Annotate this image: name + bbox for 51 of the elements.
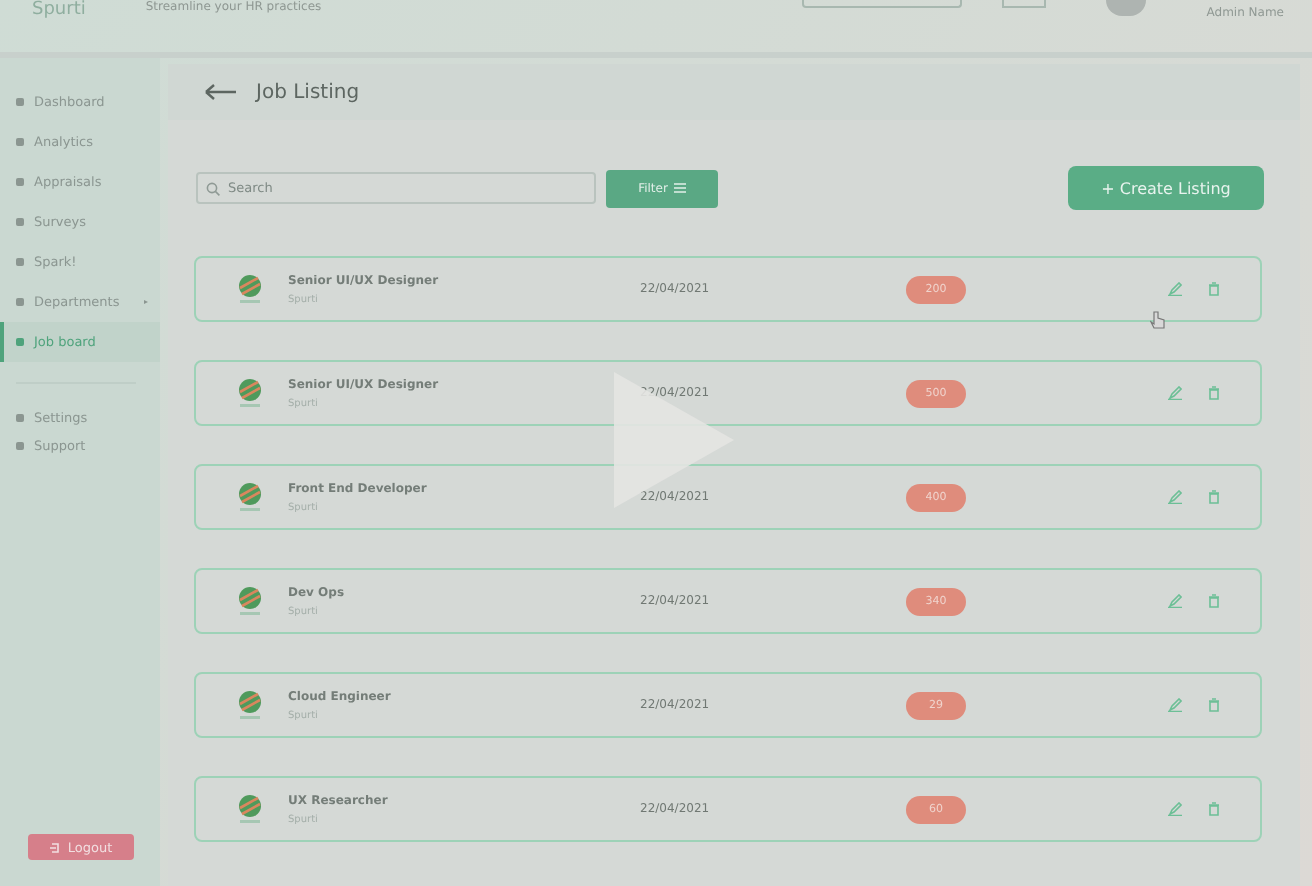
edit-button[interactable] xyxy=(1168,490,1182,504)
delete-button[interactable] xyxy=(1208,802,1220,816)
menu-icon xyxy=(16,258,24,266)
company-logo-icon xyxy=(236,377,264,409)
menu-icon xyxy=(16,442,24,450)
menu-icon xyxy=(16,138,24,146)
search-icon xyxy=(206,182,220,196)
menu-icon xyxy=(16,218,24,226)
logo: Spurti xyxy=(32,0,86,22)
delete-button[interactable] xyxy=(1208,282,1220,296)
pencil-icon xyxy=(1168,386,1182,400)
menu-icon xyxy=(16,98,24,106)
back-arrow-icon xyxy=(204,84,236,100)
avatar[interactable] xyxy=(1106,0,1147,16)
menu-icon xyxy=(16,414,24,422)
pencil-icon xyxy=(1168,698,1182,712)
trash-icon xyxy=(1208,490,1220,504)
pointer-cursor-icon xyxy=(1150,310,1166,330)
delete-button[interactable] xyxy=(1208,490,1220,504)
header-field[interactable] xyxy=(802,0,963,8)
menu-icon xyxy=(16,178,24,186)
pencil-icon xyxy=(1168,594,1182,608)
delete-button[interactable] xyxy=(1208,594,1220,608)
menu-icon xyxy=(16,338,24,346)
pencil-icon xyxy=(1168,802,1182,816)
page-title: Job Listing xyxy=(256,81,360,103)
logout-icon xyxy=(49,841,62,853)
company-logo-icon xyxy=(236,273,264,305)
company-logo-icon xyxy=(236,689,264,721)
company-logo-icon xyxy=(236,793,264,825)
delete-button[interactable] xyxy=(1208,698,1220,712)
trash-icon xyxy=(1208,386,1220,400)
company-logo-icon xyxy=(236,585,264,617)
edit-button[interactable] xyxy=(1168,282,1182,296)
header-button[interactable] xyxy=(1002,0,1047,8)
trash-icon xyxy=(1208,282,1220,296)
trash-icon xyxy=(1208,698,1220,712)
edit-button[interactable] xyxy=(1168,386,1182,400)
create-listing-button[interactable]: + Create Listing xyxy=(1068,166,1264,210)
trash-icon xyxy=(1208,594,1220,608)
delete-button[interactable] xyxy=(1208,386,1220,400)
trash-icon xyxy=(1208,802,1220,816)
edit-button[interactable] xyxy=(1168,802,1182,816)
edit-button[interactable] xyxy=(1168,594,1182,608)
company-logo-icon xyxy=(236,481,264,513)
menu-icon xyxy=(16,298,24,306)
play-icon[interactable] xyxy=(614,372,734,508)
edit-button[interactable] xyxy=(1168,698,1182,712)
pencil-icon xyxy=(1168,490,1182,504)
back-button[interactable] xyxy=(204,84,236,100)
pencil-icon xyxy=(1168,282,1182,296)
